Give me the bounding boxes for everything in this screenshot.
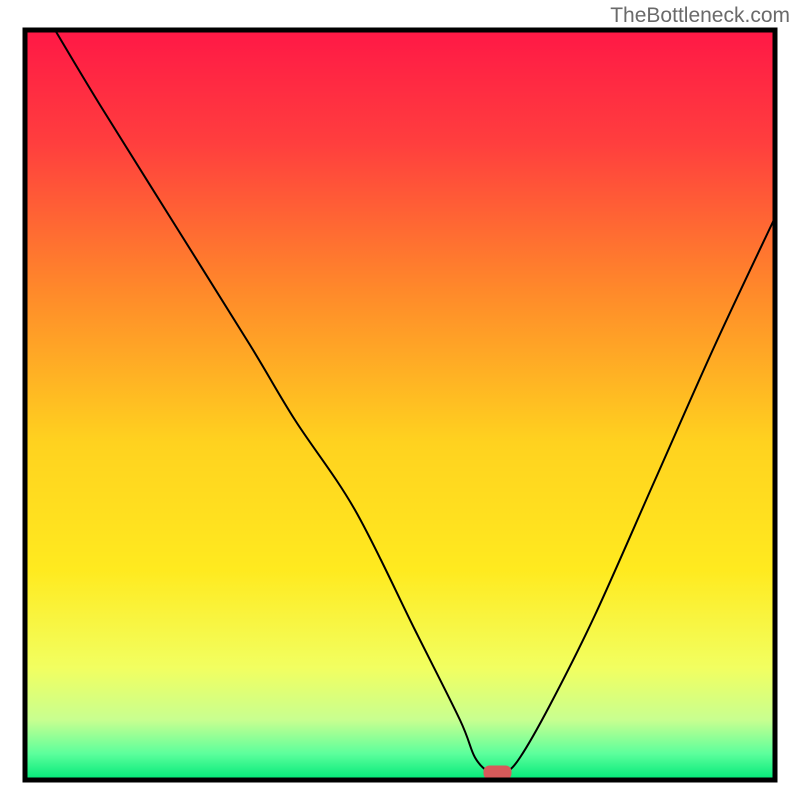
optimal-point-marker (484, 766, 512, 780)
chart-container: TheBottleneck.com (0, 0, 800, 800)
bottleneck-chart (0, 0, 800, 800)
watermark-text: TheBottleneck.com (610, 4, 790, 28)
plot-background (25, 30, 775, 780)
